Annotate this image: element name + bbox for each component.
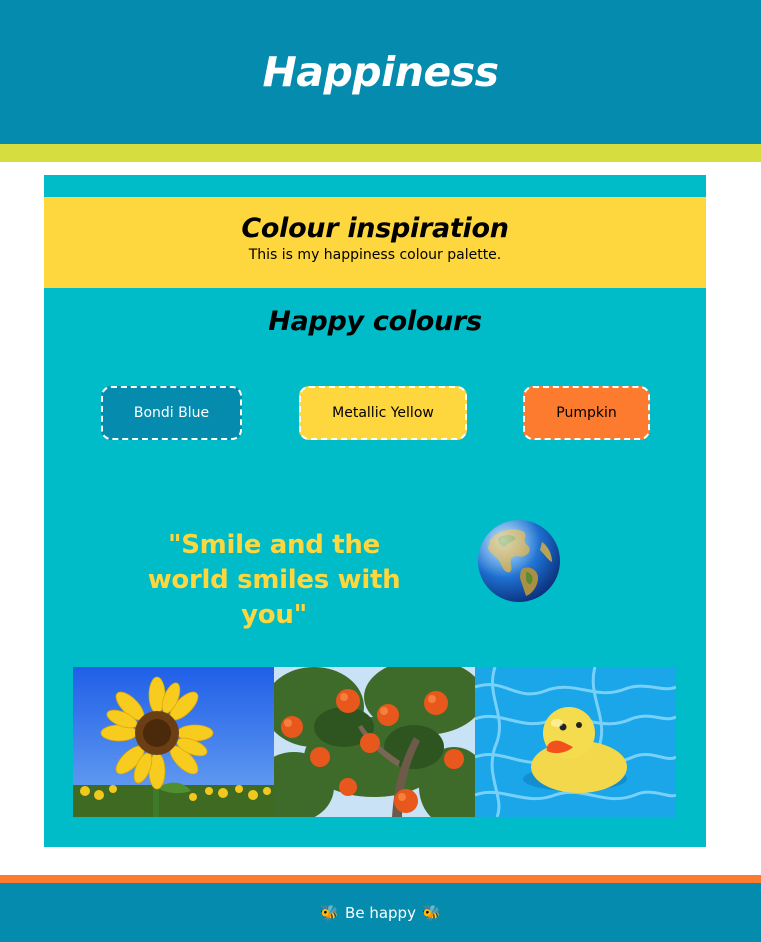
sunflower-photo [73,667,274,817]
swatch-pumpkin: Pumpkin [523,386,650,440]
intro-text: This is my happiness colour palette. [248,247,502,263]
swatch-bondi-blue: Bondi Blue [101,386,242,440]
site-header: Happiness [0,0,761,144]
site-footer: 🐝 Be happy 🐝 [0,875,761,942]
header-stripe [0,144,761,162]
globe-icon [478,520,560,602]
orange-tree-photo [274,667,475,817]
bee-icon: 🐝 [421,903,441,922]
intro-section: Colour inspiration This is my happiness … [44,197,706,288]
rubber-duck-photo [475,667,676,817]
swatch-metallic-yellow: Metallic Yellow [299,386,467,440]
quote-text: "Smile and the world smiles with you" [147,530,401,630]
intro-title: Colour inspiration [241,213,509,244]
colours-title: Happy colours [268,306,482,337]
photo-row [73,667,677,817]
site-title: Happiness [262,48,499,96]
footer-text: Be happy [345,903,416,922]
bee-icon: 🐝 [320,903,340,922]
main-panel: Colour inspiration This is my happiness … [44,175,706,847]
